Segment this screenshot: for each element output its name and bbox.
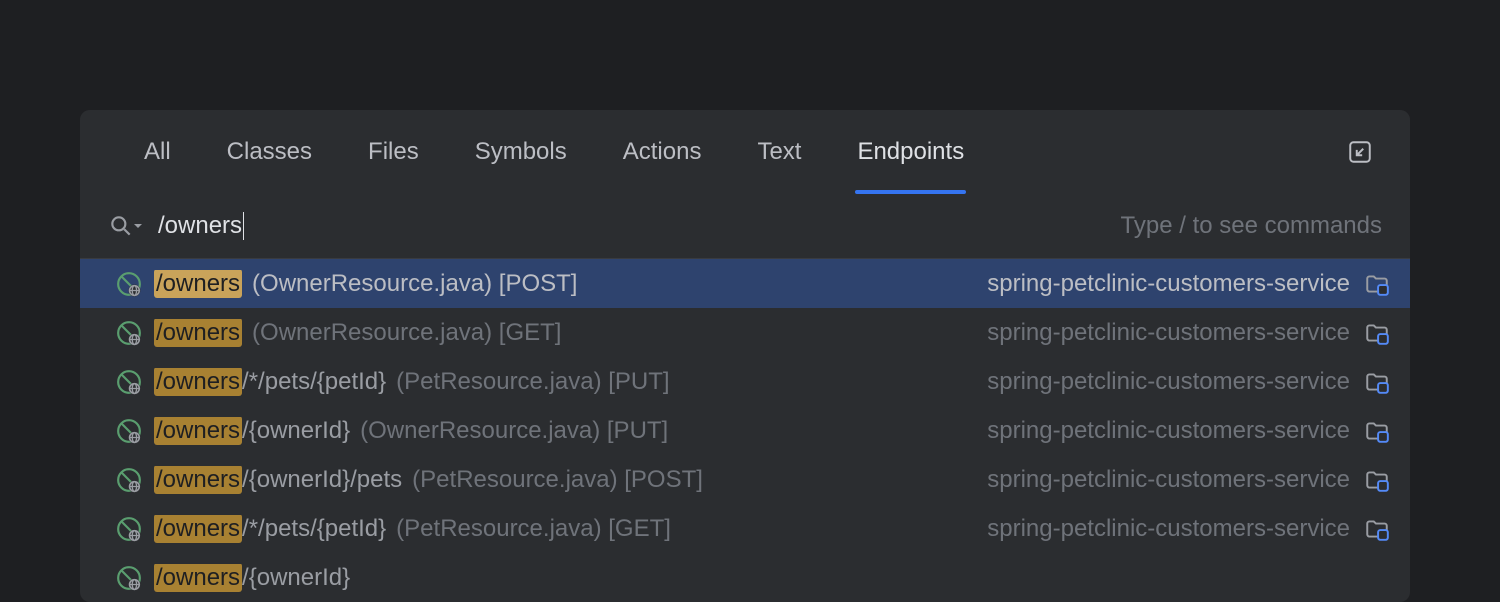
result-row[interactable]: /owners (OwnerResource.java) [GET] sprin… bbox=[80, 308, 1410, 357]
results-list: /owners (OwnerResource.java) [POST] spri… bbox=[80, 259, 1410, 602]
endpoint-icon bbox=[116, 565, 142, 591]
match-highlight: /owners bbox=[154, 270, 242, 298]
tab-endpoints[interactable]: Endpoints bbox=[829, 110, 992, 194]
module-icon bbox=[1364, 418, 1390, 444]
result-module: spring-petclinic-customers-service bbox=[987, 368, 1350, 396]
module-icon bbox=[1364, 369, 1390, 395]
search-icon bbox=[108, 213, 144, 239]
result-main: /owners/*/pets/{petId} (PetResource.java… bbox=[154, 515, 987, 543]
result-path: /owners/*/pets/{petId} bbox=[154, 515, 386, 543]
match-highlight: /owners bbox=[154, 319, 242, 347]
search-query-text: /owners bbox=[158, 212, 242, 240]
tab-label: Actions bbox=[623, 138, 702, 166]
result-path: /owners bbox=[154, 270, 242, 298]
result-module: spring-petclinic-customers-service bbox=[987, 466, 1350, 494]
tab-all[interactable]: All bbox=[116, 110, 199, 194]
tab-label: Text bbox=[757, 138, 801, 166]
result-main: /owners (OwnerResource.java) [POST] bbox=[154, 270, 987, 298]
result-main: /owners (OwnerResource.java) [GET] bbox=[154, 319, 987, 347]
result-module: spring-petclinic-customers-service bbox=[987, 319, 1350, 347]
match-highlight: /owners bbox=[154, 564, 242, 592]
result-context: (PetResource.java) [PUT] bbox=[396, 368, 669, 396]
tab-label: Files bbox=[368, 138, 419, 166]
endpoint-icon bbox=[116, 418, 142, 444]
tab-label: Classes bbox=[227, 138, 312, 166]
result-path: /owners/{ownerId} bbox=[154, 417, 350, 445]
search-row: /owners Type / to see commands bbox=[80, 194, 1410, 259]
match-highlight: /owners bbox=[154, 515, 242, 543]
tab-label: Symbols bbox=[475, 138, 567, 166]
module-icon bbox=[1364, 320, 1390, 346]
result-module: spring-petclinic-customers-service bbox=[987, 515, 1350, 543]
result-path: /owners/*/pets/{petId} bbox=[154, 368, 386, 396]
result-context: (OwnerResource.java) [GET] bbox=[252, 319, 561, 347]
search-hint: Type / to see commands bbox=[1121, 212, 1382, 240]
tab-bar: All Classes Files Symbols Actions Text E… bbox=[80, 110, 1410, 194]
tab-classes[interactable]: Classes bbox=[199, 110, 340, 194]
open-in-tool-window-icon bbox=[1347, 139, 1373, 165]
result-path: /owners/{ownerId}/pets bbox=[154, 466, 402, 494]
tab-text[interactable]: Text bbox=[729, 110, 829, 194]
module-icon bbox=[1364, 467, 1390, 493]
search-everywhere-dialog: All Classes Files Symbols Actions Text E… bbox=[80, 110, 1410, 602]
match-highlight: /owners bbox=[154, 466, 242, 494]
result-row[interactable]: /owners/*/pets/{petId} (PetResource.java… bbox=[80, 357, 1410, 406]
result-module: spring-petclinic-customers-service bbox=[987, 270, 1350, 298]
result-module: spring-petclinic-customers-service bbox=[987, 417, 1350, 445]
result-context: (PetResource.java) [POST] bbox=[412, 466, 703, 494]
result-main: /owners/*/pets/{petId} (PetResource.java… bbox=[154, 368, 987, 396]
tab-files[interactable]: Files bbox=[340, 110, 447, 194]
result-path: /owners/{ownerId} bbox=[154, 564, 350, 592]
result-row[interactable]: /owners/{ownerId} bbox=[80, 553, 1410, 602]
module-icon bbox=[1364, 271, 1390, 297]
endpoint-icon bbox=[116, 271, 142, 297]
result-context: (OwnerResource.java) [PUT] bbox=[360, 417, 668, 445]
result-row[interactable]: /owners/{ownerId} (OwnerResource.java) [… bbox=[80, 406, 1410, 455]
tab-symbols[interactable]: Symbols bbox=[447, 110, 595, 194]
tab-label: All bbox=[144, 138, 171, 166]
match-highlight: /owners bbox=[154, 368, 242, 396]
tab-label: Endpoints bbox=[857, 138, 964, 166]
open-in-tool-window-button[interactable] bbox=[1346, 138, 1374, 166]
result-main: /owners/{ownerId} bbox=[154, 564, 1390, 592]
result-row[interactable]: /owners/{ownerId}/pets (PetResource.java… bbox=[80, 455, 1410, 504]
endpoint-icon bbox=[116, 516, 142, 542]
result-row[interactable]: /owners (OwnerResource.java) [POST] spri… bbox=[80, 259, 1410, 308]
module-icon bbox=[1364, 516, 1390, 542]
result-path: /owners bbox=[154, 319, 242, 347]
tab-actions[interactable]: Actions bbox=[595, 110, 730, 194]
result-main: /owners/{ownerId}/pets (PetResource.java… bbox=[154, 466, 987, 494]
result-context: (PetResource.java) [GET] bbox=[396, 515, 671, 543]
endpoint-icon bbox=[116, 369, 142, 395]
match-highlight: /owners bbox=[154, 417, 242, 445]
result-main: /owners/{ownerId} (OwnerResource.java) [… bbox=[154, 417, 987, 445]
result-context: (OwnerResource.java) [POST] bbox=[252, 270, 577, 298]
endpoint-icon bbox=[116, 467, 142, 493]
result-row[interactable]: /owners/*/pets/{petId} (PetResource.java… bbox=[80, 504, 1410, 553]
endpoint-icon bbox=[116, 320, 142, 346]
